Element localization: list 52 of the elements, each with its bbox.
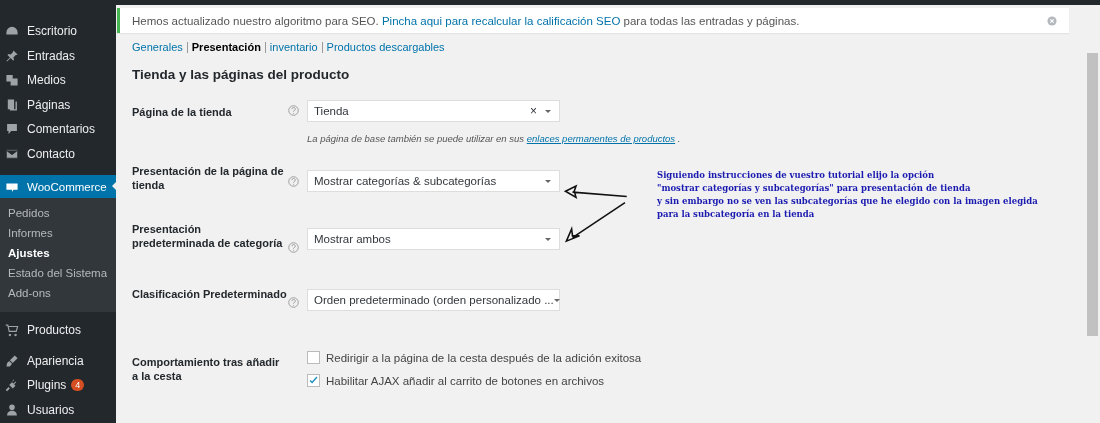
recalculate-link[interactable]: Pincha aqui para recalcular la calificación SEO xyxy=(381,14,621,27)
menu-label: Plugins xyxy=(27,378,67,393)
dropdown-select[interactable]: Mostrar ambos xyxy=(307,228,560,250)
setting-label: Presentación de la página de tienda xyxy=(132,164,284,192)
submenu-item[interactable]: Estado del Sistema xyxy=(0,264,116,284)
sidebar-item[interactable]: Páginas xyxy=(0,92,116,117)
section-title: Tienda y las páginas del producto xyxy=(132,67,351,82)
notice-text: Hemos actualizado nuestro algoritmo para SEO. Pincha aqui para recalcular la calificación SEO para todas las entradas y páginas. xyxy=(132,14,800,27)
menu-label: Comentarios xyxy=(27,122,96,137)
annotation-text: "mostrar categorías y subcategorías" para presentación de tienda xyxy=(657,182,972,195)
annotation-text: Siguiendo instrucciones de vuestro tutorial elijo la opción xyxy=(657,169,936,182)
checkbox-label: Habilitar AJAX añadir al carrito de botones en archivos xyxy=(326,374,605,387)
sidebar-item[interactable]: Contacto xyxy=(0,141,116,166)
checkbox-label: Redirigir a la página de la cesta después de la adición exitosa xyxy=(326,351,642,364)
menu-label: Contacto xyxy=(27,146,76,161)
field-description: La página de base también se puede utilizar en sus enlaces permanentes de productos . xyxy=(307,133,681,144)
sidebar-item[interactable]: Entradas xyxy=(0,43,116,68)
menu-label: Usuarios xyxy=(27,402,75,417)
setting-label: Página de la tienda xyxy=(132,105,233,119)
submenu-item[interactable]: Add-ons xyxy=(0,284,116,304)
subsection-tab[interactable]: Productos descargables xyxy=(326,41,445,53)
dropdown-select[interactable]: Mostrar categorías & subcategorías xyxy=(307,170,560,192)
annotation-text: y sin embargo no se ven las subcategorías que he elegido con la imagen elegida xyxy=(657,195,1038,208)
sidebar-item[interactable]: Usuarios xyxy=(0,397,116,422)
menu-label: Escritorio xyxy=(27,24,77,39)
subsection-tab[interactable]: inventario xyxy=(269,41,318,53)
permalinks-link[interactable]: enlaces permanentes de productos xyxy=(526,133,676,144)
dropdown-select[interactable]: Orden predeterminado (orden personalizado ... xyxy=(307,289,560,311)
sidebar-item[interactable]: Escritorio xyxy=(0,19,116,44)
annotation-text: para la subcategoría en la tienda xyxy=(657,208,816,221)
sidebar-item[interactable]: Plugins 4 xyxy=(0,373,116,398)
update-count-badge: 4 xyxy=(71,379,85,392)
sidebar-item[interactable]: Comentarios xyxy=(0,117,116,142)
submenu-item[interactable]: Pedidos xyxy=(0,204,116,224)
menu-label: Páginas xyxy=(27,97,71,112)
subsection-tab[interactable]: Presentación xyxy=(191,41,261,53)
sidebar-item[interactable]: WooCommerce xyxy=(0,175,116,198)
submenu-item[interactable]: Informes xyxy=(0,224,116,244)
setting-label: Presentación predeterminada de categoría xyxy=(132,222,284,250)
sidebar-item[interactable]: Productos xyxy=(0,318,116,343)
sidebar-item[interactable]: Medios xyxy=(0,68,116,93)
menu-label: Entradas xyxy=(27,48,76,63)
sidebar-item[interactable]: Apariencia xyxy=(0,348,116,373)
menu-label: Productos xyxy=(27,323,82,338)
subsection-tab[interactable]: Generales xyxy=(132,41,183,53)
clear-button[interactable]: × xyxy=(530,104,537,118)
menu-label: WooCommerce xyxy=(27,180,107,193)
menu-label: Apariencia xyxy=(27,353,84,368)
submenu-item[interactable]: Ajustes xyxy=(0,244,116,264)
setting-label: Comportamiento tras añadir a la cesta xyxy=(132,355,281,383)
dropdown-select[interactable]: Tienda × xyxy=(307,100,560,122)
menu-label: Medios xyxy=(27,73,66,88)
